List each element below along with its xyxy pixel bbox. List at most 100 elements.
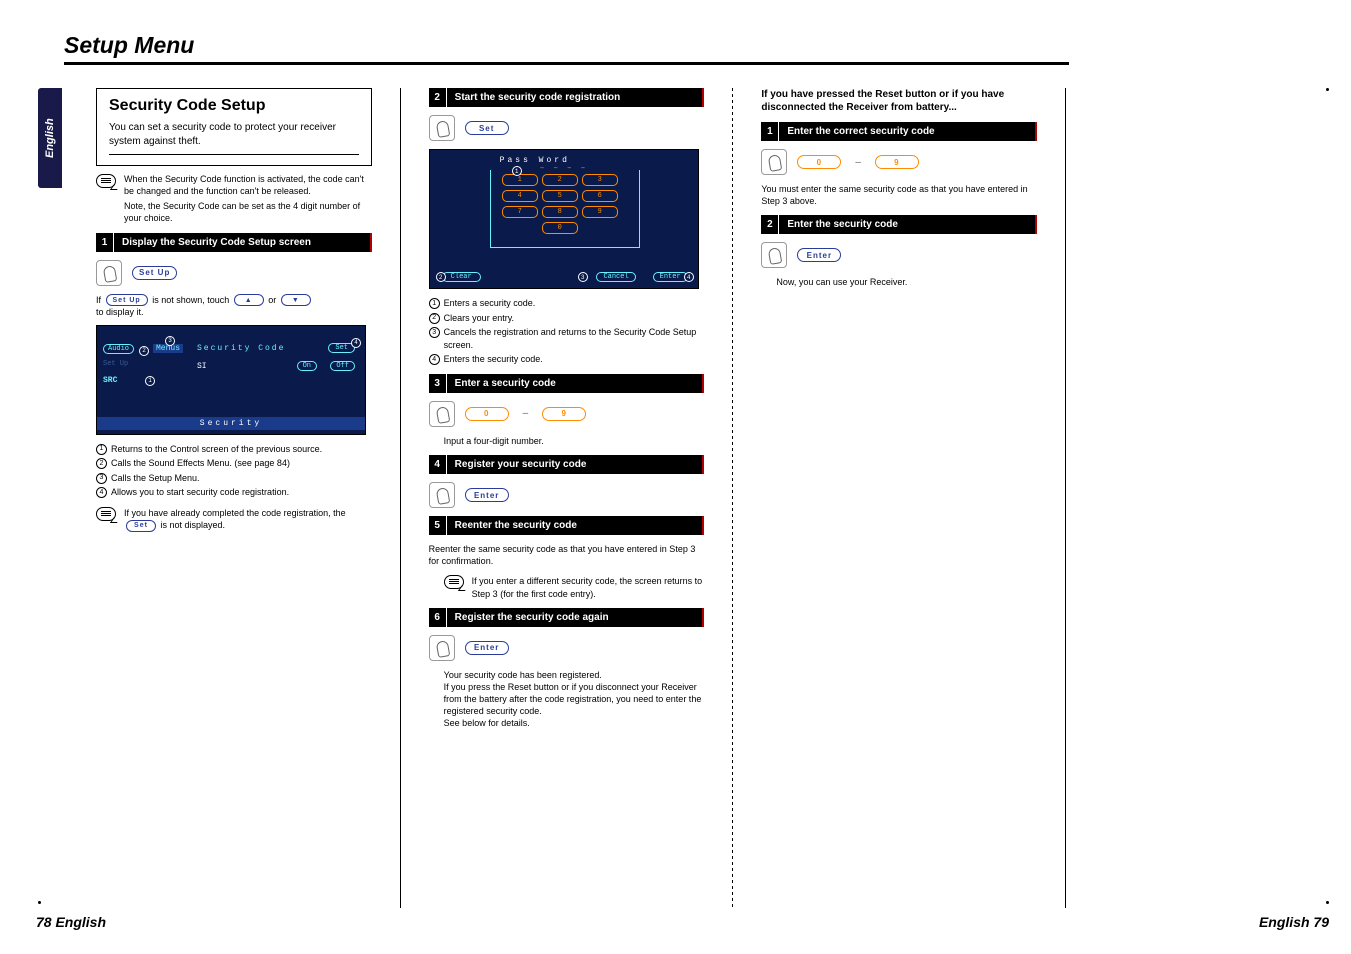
callout-number-icon: 2	[429, 313, 440, 324]
callout-number-icon: 1	[429, 298, 440, 309]
digit-0-pill[interactable]: 0	[465, 407, 509, 421]
language-tab: English	[38, 88, 62, 188]
screen-security-code: Audio Set Up SRC Menus Security Code Set…	[96, 325, 366, 435]
key-5[interactable]: 5	[542, 190, 578, 202]
step-label: Register your security code	[447, 455, 703, 474]
callout-3-icon: 3	[165, 336, 175, 346]
key-1[interactable]: 1	[502, 174, 538, 186]
touch-row: Set	[429, 115, 705, 141]
touch-hand-icon	[96, 260, 122, 286]
final-text-2: If you press the Reset button or if you …	[444, 681, 705, 717]
list-text: Calls the Sound Effects Menu. (see page …	[111, 457, 290, 470]
screen-footer-label: Security	[97, 417, 365, 430]
step-bar-c3-1: 1 Enter the correct security code	[761, 122, 1037, 141]
key-9[interactable]: 9	[582, 206, 618, 218]
callout-4-icon: 4	[351, 338, 361, 348]
screen-on-button[interactable]: On	[297, 361, 317, 371]
list-text: Calls the Setup Menu.	[111, 472, 200, 485]
touch-hand-icon	[429, 401, 455, 427]
list-item: 4 Enters the security code.	[429, 353, 705, 366]
column-1: Security Code Setup You can set a securi…	[96, 88, 372, 908]
screen-si-label: SI	[197, 362, 207, 371]
touch-hand-icon	[429, 635, 455, 661]
column-divider	[400, 88, 401, 908]
callout-number-icon: 3	[96, 473, 107, 484]
list-text: Enters a security code.	[444, 297, 536, 310]
enter-pill[interactable]: Enter	[465, 641, 509, 655]
list-item: 1 Enters a security code.	[429, 297, 705, 310]
screen-setup-label: Set Up	[103, 360, 128, 368]
touch-hand-icon	[429, 115, 455, 141]
step-label: Register the security code again	[447, 608, 703, 627]
note-line: Note, the Security Code can be set as th…	[124, 201, 372, 224]
touch-row: Set Up	[96, 260, 372, 286]
touch-row: Enter	[429, 635, 705, 661]
key-3[interactable]: 3	[582, 174, 618, 186]
input-instruction: Input a four-digit number.	[444, 435, 705, 447]
keypad: 1 2 3 4 5 6 7 8 9 0	[502, 174, 618, 234]
arrow-up-pill[interactable]: ▲	[234, 294, 264, 306]
touch-row: 0 – 9	[429, 401, 705, 427]
footer-left: 78 English	[36, 914, 106, 930]
callout-list: 1Returns to the Control screen of the pr…	[96, 443, 372, 499]
section-box: Security Code Setup You can set a securi…	[96, 88, 372, 166]
touch-row: 0 – 9	[761, 149, 1037, 175]
text-fragment: is not displayed.	[161, 520, 226, 530]
setup-pill-inline[interactable]: Set Up	[106, 294, 148, 306]
enter-button[interactable]: Enter	[653, 272, 688, 282]
step-bar-5: 5 Reenter the security code	[429, 516, 705, 535]
step-label: Start the security code registration	[447, 88, 703, 107]
key-7[interactable]: 7	[502, 206, 538, 218]
key-8[interactable]: 8	[542, 206, 578, 218]
col3-text-1: You must enter the same security code as…	[761, 183, 1037, 207]
callout-number-icon: 2	[96, 458, 107, 469]
step-bar-4: 4 Register your security code	[429, 455, 705, 474]
key-6[interactable]: 6	[582, 190, 618, 202]
callout-list: 1 Enters a security code. 2 Clears your en…	[429, 297, 705, 366]
screen-off-button[interactable]: Off	[330, 361, 355, 371]
final-text-3: See below for details.	[444, 717, 705, 729]
screen-src-button[interactable]: SRC	[103, 376, 117, 385]
touch-row: Enter	[429, 482, 705, 508]
key-0[interactable]: 0	[542, 222, 578, 234]
list-text: Returns to the Control screen of the pre…	[111, 443, 322, 456]
set-pill-inline[interactable]: Set	[126, 520, 156, 532]
list-item: 3Cancels the registration and returns to…	[429, 326, 705, 351]
text-fragment: is not shown, touch	[152, 295, 232, 305]
digit-0-pill[interactable]: 0	[797, 155, 841, 169]
screen-audio-button[interactable]: Audio	[103, 344, 134, 354]
list-item: 2 Clears your entry.	[429, 312, 705, 325]
step-number: 2	[761, 215, 779, 234]
list-text: Enters the security code.	[444, 353, 543, 366]
step-bar-3: 3 Enter a security code	[429, 374, 705, 393]
set-pill[interactable]: Set	[465, 121, 509, 135]
digit-9-pill[interactable]: 9	[542, 407, 586, 421]
step-number: 6	[429, 608, 447, 627]
key-4[interactable]: 4	[502, 190, 538, 202]
cancel-button[interactable]: Cancel	[596, 272, 635, 282]
digit-9-pill[interactable]: 9	[875, 155, 919, 169]
final-text-1: Your security code has been registered.	[444, 669, 705, 681]
section-intro: You can set a security code to protect y…	[109, 121, 359, 155]
text-fragment: to display it.	[96, 306, 372, 318]
list-item: 4Allows you to start security code regis…	[96, 486, 372, 499]
arrow-down-pill[interactable]: ▼	[281, 294, 311, 306]
callout-3-icon: 3	[578, 272, 588, 282]
column-divider-dotted	[732, 88, 733, 908]
touch-row: Enter	[761, 242, 1037, 268]
callout-number-icon: 4	[429, 354, 440, 365]
enter-pill[interactable]: Enter	[465, 488, 509, 502]
list-text: Allows you to start security code regist…	[111, 486, 289, 499]
list-text: Clears your entry.	[444, 312, 514, 325]
note-block: When the Security Code function is activ…	[96, 174, 372, 225]
text-fragment: If	[96, 295, 104, 305]
clear-button[interactable]: Clear	[442, 272, 481, 282]
touch-hand-icon	[429, 482, 455, 508]
dash-separator: –	[855, 157, 861, 168]
list-item: 3 Calls the Setup Menu.	[96, 472, 372, 485]
enter-pill[interactable]: Enter	[797, 248, 841, 262]
setup-pill[interactable]: Set Up	[132, 266, 177, 280]
step-bar-2: 2 Start the security code registration	[429, 88, 705, 107]
key-2[interactable]: 2	[542, 174, 578, 186]
column-3: If you have pressed the Reset button or …	[761, 88, 1037, 908]
